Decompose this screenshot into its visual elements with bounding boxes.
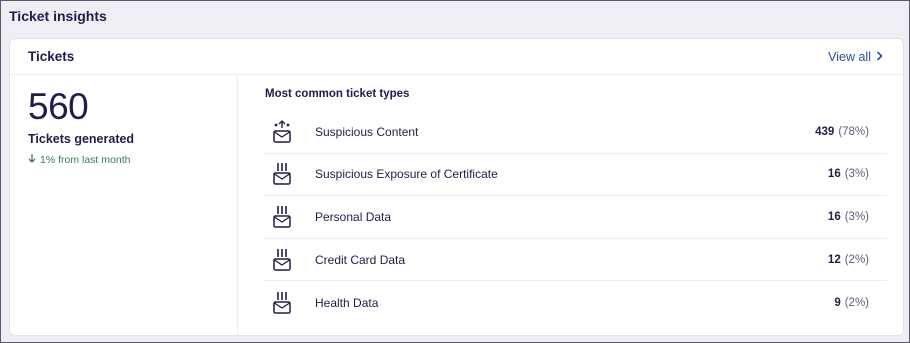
- mail-bars-icon: [271, 290, 293, 316]
- list-item[interactable]: Health Data 9 (2%): [264, 281, 887, 324]
- mail-bars-icon: [271, 204, 293, 230]
- trend-text: 1% from last month: [40, 153, 131, 166]
- view-all-label: View all: [828, 50, 871, 64]
- tickets-card: Tickets View all 560 Tickets generated 1…: [9, 38, 904, 337]
- ticket-types-title: Most common ticket types: [265, 88, 410, 100]
- mail-alert-icon: [271, 119, 293, 145]
- list-item[interactable]: Suspicious Content 439 (78%): [264, 111, 887, 154]
- ticket-types-list: Suspicious Content 439 (78%) Suspicious …: [264, 111, 887, 324]
- tickets-count-label: Tickets generated: [28, 132, 135, 146]
- mail-bars-icon: [271, 247, 293, 273]
- ticket-type-name: Suspicious Content: [315, 124, 419, 139]
- ticket-type-count: 439: [815, 125, 835, 138]
- ticket-type-percent: (2%): [844, 296, 869, 309]
- ticket-type-name: Credit Card Data: [315, 252, 406, 267]
- arrow-down-icon: [28, 153, 36, 166]
- ticket-type-count: 9: [834, 296, 841, 309]
- list-item[interactable]: Credit Card Data 12 (2%): [264, 239, 887, 282]
- tickets-count: 560: [28, 86, 89, 127]
- ticket-type-name: Personal Data: [315, 209, 392, 224]
- ticket-type-name: Suspicious Exposure of Certificate: [315, 167, 498, 182]
- view-all-link[interactable]: View all: [828, 50, 883, 64]
- card-header: Tickets View all: [10, 39, 903, 75]
- ticket-type-percent: (3%): [844, 168, 869, 181]
- card-title: Tickets: [28, 49, 75, 64]
- ticket-type-count: 12: [827, 253, 841, 266]
- ticket-type-percent: (2%): [844, 253, 869, 266]
- ticket-type-percent: (78%): [838, 125, 869, 138]
- ticket-type-count: 16: [827, 210, 841, 223]
- ticket-type-name: Health Data: [315, 295, 379, 310]
- ticket-type-count: 16: [827, 168, 841, 181]
- ticket-type-percent: (3%): [844, 210, 869, 223]
- section-title: Ticket insights: [9, 8, 107, 24]
- list-item[interactable]: Personal Data 16 (3%): [264, 196, 887, 239]
- ticket-insights-panel: Ticket insights Tickets View all 560 Tic…: [0, 0, 910, 343]
- trend-indicator: 1% from last month: [28, 153, 130, 166]
- list-item[interactable]: Suspicious Exposure of Certificate 16 (3…: [264, 154, 887, 197]
- mail-bars-icon: [271, 161, 293, 187]
- chevron-right-icon: [876, 50, 883, 64]
